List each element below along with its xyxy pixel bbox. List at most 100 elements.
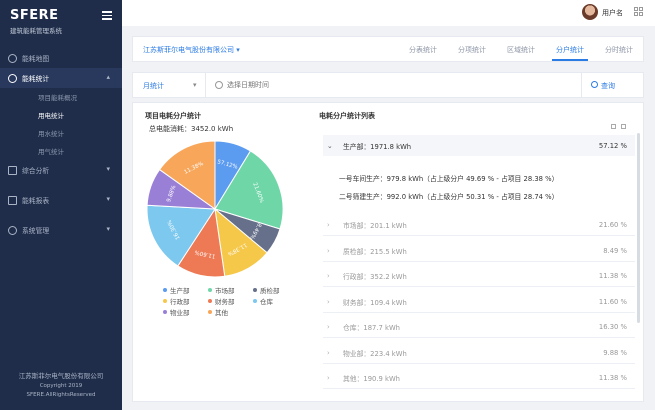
row-percent: 11.38 %: [598, 374, 627, 382]
map-pin-icon: [8, 54, 17, 63]
row-label: 财务部：109.4 kWh: [343, 298, 407, 307]
list-row[interactable]: › 物业部：223.4 kWh 9.88 %: [323, 343, 635, 364]
list-row[interactable]: › 质检部：215.5 kWh 8.49 %: [323, 241, 635, 262]
sidebar-subitem-overview[interactable]: 项目能耗概况: [0, 88, 122, 106]
chevron-down-icon: ▾: [106, 165, 110, 173]
row-label: 物业部：223.4 kWh: [343, 349, 407, 358]
sidebar-item-energy-map[interactable]: 能耗地图: [0, 48, 122, 68]
chevron-right-icon: ›: [327, 374, 330, 382]
list-row[interactable]: › 财务部：109.4 kWh 11.60 %: [323, 292, 635, 313]
row-percent: 9.88 %: [603, 348, 627, 357]
row-label: 行政部：352.2 kWh: [343, 273, 407, 281]
sidebar-item-energy-stats[interactable]: 能耗统计 ▴: [0, 68, 122, 88]
row-label: 生产部：1971.8 kWh: [343, 142, 412, 151]
username[interactable]: 用户名: [602, 8, 623, 18]
topbar: 用户名: [122, 0, 655, 26]
tab-bar: 江苏斯菲尔电气股份有限公司 ▾ 分表统计 分项统计 区域统计 分户统计 分时统计: [132, 36, 644, 62]
report-icon: [8, 196, 17, 205]
sidebar: SFERE 建筑能耗管理系统 能耗地图 能耗统计 ▴ 项目能耗概况 用电统计 用…: [0, 0, 122, 410]
legend-swatch: [208, 310, 212, 314]
filter-bar: 月统计 ▾ 查询: [132, 72, 644, 98]
detail-line: 二号筛建生产：992.0 kWh（占上级分户 50.31 % - 占项目 28.…: [339, 193, 559, 201]
brand-logo: SFERE: [10, 8, 59, 23]
sidebar-subitem-electricity[interactable]: 用电统计: [0, 106, 122, 124]
sidebar-item-label: 系统管理: [22, 227, 50, 235]
legend-swatch: [163, 288, 167, 292]
chevron-up-icon: ▴: [106, 73, 110, 81]
expand-icon[interactable]: [621, 124, 626, 129]
legend-swatch: [253, 288, 257, 292]
sidebar-item-reports[interactable]: 能耗报表 ▾: [0, 190, 122, 210]
pie-chart: 57.12%21.60%8.49%11.38%11.60%16.30%9.88%…: [146, 140, 284, 278]
list-row[interactable]: › 行政部：352.2 kWh 11.38 %: [323, 266, 635, 287]
query-button[interactable]: 查询: [601, 81, 615, 91]
legend-item[interactable]: 物业部: [163, 307, 190, 317]
legend-item[interactable]: 行政部: [163, 296, 190, 306]
chevron-down-icon: ▾: [193, 81, 197, 89]
legend-item[interactable]: 财务部: [208, 296, 235, 306]
scrollbar[interactable]: [637, 133, 640, 323]
chevron-right-icon: ›: [327, 348, 330, 357]
legend-label: 其他: [215, 309, 228, 317]
chevron-right-icon: ›: [327, 246, 330, 255]
list-title: 电耗分户统计列表: [319, 112, 375, 120]
row-percent: 57.12 %: [598, 141, 627, 150]
divider: [205, 73, 206, 97]
tab-household-stats[interactable]: 分户统计: [556, 45, 584, 55]
sidebar-item-label: 能耗地图: [22, 55, 50, 63]
legend-item[interactable]: 质检部: [253, 285, 280, 295]
legend-label: 仓库: [260, 298, 273, 306]
sidebar-item-label: 能耗报表: [22, 197, 50, 205]
sidebar-item-label: 能耗统计: [22, 75, 50, 83]
row-label: 质检部：215.5 kWh: [343, 247, 407, 256]
period-select[interactable]: 月统计: [143, 81, 164, 91]
row-percent: 11.38 %: [598, 272, 627, 280]
print-icon[interactable]: [611, 124, 616, 129]
footer-company: 江苏斯菲尔电气股份有限公司: [18, 372, 104, 380]
sidebar-item-system[interactable]: 系统管理 ▾: [0, 220, 122, 240]
pie-title: 项目电耗分户统计: [145, 112, 201, 120]
divider: [581, 73, 582, 97]
legend-label: 质检部: [260, 287, 280, 295]
detail-line: 一号车间生产：979.8 kWh（占上级分户 49.69 % - 占项目 28.…: [339, 175, 559, 183]
grid-icon[interactable]: [634, 7, 644, 17]
footer-copyright: Copyright 2019: [39, 383, 83, 389]
list-row-expanded[interactable]: ⌄ 生产部：1971.8 kWh 57.12 %: [323, 135, 635, 156]
sidebar-item-analysis[interactable]: 综合分析 ▾: [0, 160, 122, 180]
legend-item[interactable]: 生产部: [163, 285, 190, 295]
gear-icon: [8, 226, 17, 235]
legend-item[interactable]: 市场部: [208, 285, 235, 295]
legend-item[interactable]: 仓库: [253, 296, 273, 306]
chevron-down-icon: ▾: [106, 225, 110, 233]
legend-swatch: [208, 288, 212, 292]
legend-swatch: [208, 299, 212, 303]
chevron-right-icon: ›: [327, 297, 330, 306]
pie-chart-icon: [8, 74, 17, 83]
legend-swatch: [163, 310, 167, 314]
legend-label: 物业部: [170, 309, 190, 317]
brand-subtitle: 建筑能耗管理系统: [10, 27, 62, 35]
legend-label: 行政部: [170, 298, 190, 306]
tab-meter-stats[interactable]: 分表统计: [409, 45, 437, 55]
analysis-icon: [8, 166, 17, 175]
list-row[interactable]: › 仓库：187.7 kWh 16.30 %: [323, 317, 635, 338]
date-time-input[interactable]: [227, 80, 447, 90]
footer-rights: SFERE.AllRightsReserved: [26, 392, 96, 398]
avatar[interactable]: [582, 4, 598, 20]
row-label: 仓库：187.7 kWh: [343, 324, 400, 332]
company-selector[interactable]: 江苏斯菲尔电气股份有限公司 ▾: [143, 45, 240, 55]
row-percent: 8.49 %: [603, 246, 627, 255]
hamburger-menu-icon[interactable]: [102, 11, 112, 20]
list-row[interactable]: › 其他：190.9 kWh 11.38 %: [323, 368, 635, 389]
sidebar-subitem-gas[interactable]: 用气统计: [0, 142, 122, 160]
sidebar-item-label: 综合分析: [22, 167, 50, 175]
chevron-right-icon: ›: [327, 323, 330, 331]
tab-area-stats[interactable]: 区域统计: [507, 45, 535, 55]
list-row[interactable]: › 市场部：201.1 kWh 21.60 %: [323, 215, 635, 236]
legend-label: 市场部: [215, 287, 235, 295]
list-toolbar: [611, 124, 631, 132]
sidebar-subitem-water[interactable]: 用水统计: [0, 124, 122, 142]
tab-time-stats[interactable]: 分时统计: [605, 45, 633, 55]
tab-item-stats[interactable]: 分项统计: [458, 45, 486, 55]
legend-item[interactable]: 其他: [208, 307, 228, 317]
